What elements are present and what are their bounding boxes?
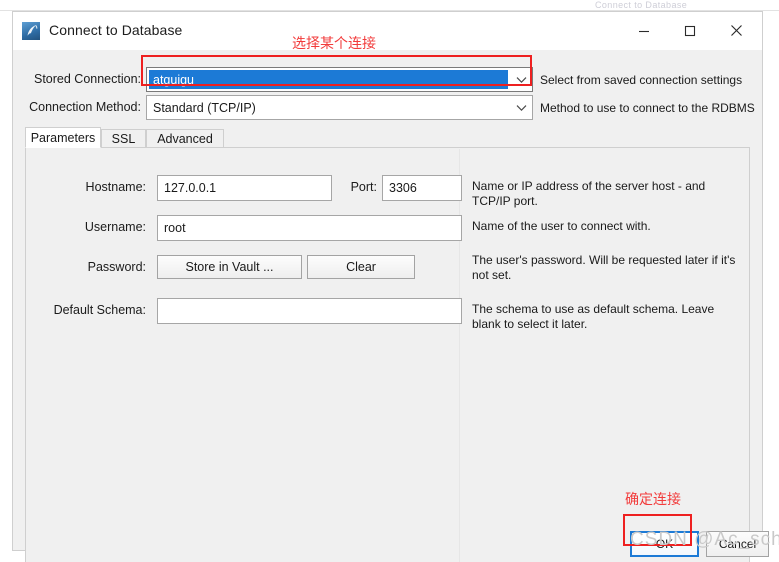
port-label: Port: [350, 180, 377, 194]
background-ghost-text: Connect to Database [595, 0, 688, 9]
tab-ssl[interactable]: SSL [101, 129, 146, 148]
window-title: Connect to Database [49, 22, 183, 38]
chevron-down-icon [510, 68, 532, 91]
hostname-hint: Name or IP address of the server host - … [472, 179, 706, 208]
username-input[interactable]: root [157, 215, 462, 241]
store-in-vault-button[interactable]: Store in Vault ... [157, 255, 302, 279]
connection-method-label: Connection Method: [29, 100, 141, 114]
hostname-input[interactable]: 127.0.0.1 [157, 175, 332, 201]
minimize-icon [639, 30, 649, 32]
annotation-confirm-connection: 确定连接 [625, 492, 681, 508]
tab-ssl-label: SSL [111, 132, 136, 146]
maximize-icon [684, 25, 696, 36]
title-bar[interactable]: Connect to Database [13, 12, 762, 50]
connection-method-value: Standard (TCP/IP) [153, 100, 256, 115]
tab-advanced[interactable]: Advanced [146, 129, 224, 148]
username-hint: Name of the user to connect with. [472, 219, 651, 233]
default-schema-hint: The schema to use as default schema. Lea… [472, 302, 715, 331]
screen: Connect to Database Connect to Database [0, 0, 779, 562]
connection-method-hint: Method to use to connect to the RDBMS [540, 101, 755, 115]
connection-method-combobox[interactable]: Standard (TCP/IP) [146, 95, 533, 120]
watermark: CSDN @Ac_sch [630, 529, 779, 550]
workbench-dolphin-icon [21, 21, 41, 41]
annotation-select-connection: 选择某个连接 [292, 36, 376, 52]
username-label: Username: [84, 220, 146, 234]
clear-password-button[interactable]: Clear [307, 255, 415, 279]
close-button[interactable] [713, 12, 759, 49]
stored-connection-hint: Select from saved connection settings [540, 73, 743, 87]
tab-parameters-label: Parameters [30, 130, 96, 145]
default-schema-label: Default Schema: [53, 303, 146, 317]
default-schema-input[interactable] [157, 298, 462, 324]
dialog-body: Stored Connection: atguigu Select from s… [13, 50, 769, 562]
port-input[interactable]: 3306 [382, 175, 462, 201]
hostname-label: Hostname: [85, 180, 146, 194]
maximize-button[interactable] [667, 12, 713, 49]
password-hint: The user's password. Will be requested l… [472, 253, 736, 282]
tab-parameters[interactable]: Parameters [25, 127, 101, 148]
stored-connection-label: Stored Connection: [33, 72, 141, 86]
stored-connection-value: atguigu [149, 70, 508, 89]
chevron-down-icon [510, 96, 532, 119]
minimize-button[interactable] [621, 12, 667, 49]
panel-divider [459, 149, 460, 562]
close-icon [730, 25, 742, 36]
tab-advanced-label: Advanced [157, 132, 213, 146]
tab-strip: Parameters SSL Advanced [13, 50, 762, 148]
password-label: Password: [87, 260, 146, 274]
connect-to-database-dialog: Connect to Database Stored Connection: a… [12, 11, 769, 562]
